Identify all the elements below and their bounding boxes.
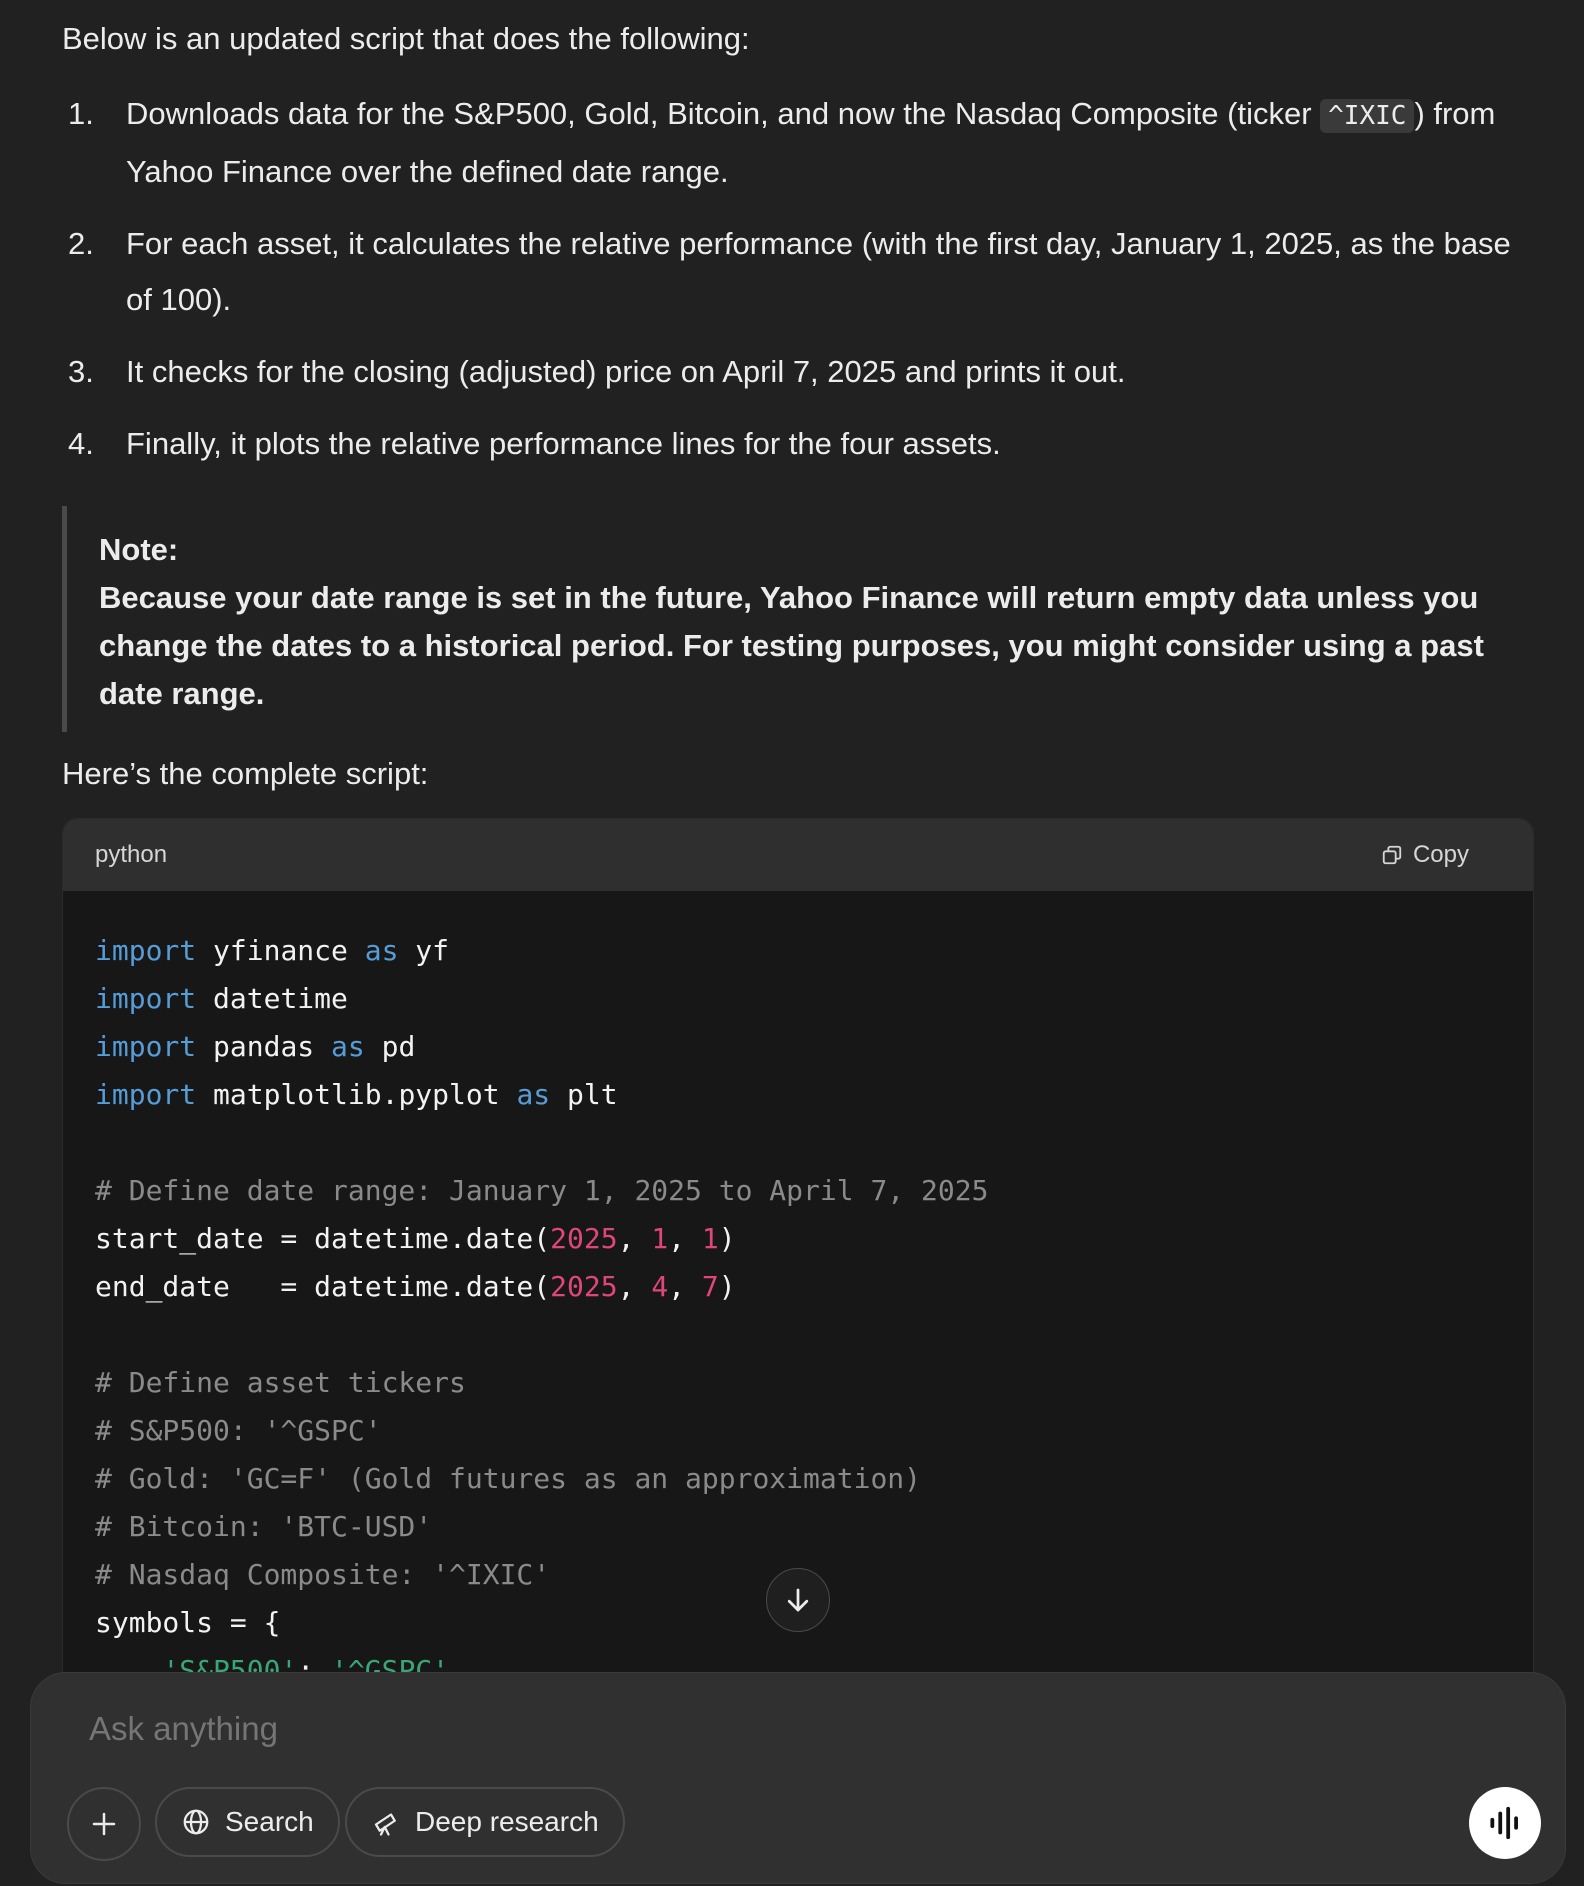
- step-text: Finally, it plots the relative performan…: [126, 426, 1001, 461]
- intro-text: Below is an updated script that does the…: [62, 21, 750, 56]
- voice-mode-button[interactable]: [1469, 1787, 1541, 1859]
- step-text: Downloads data for the S&P500, Gold, Bit…: [126, 96, 1321, 131]
- copy-icon: [1382, 845, 1402, 865]
- voice-wave-icon: [1490, 1806, 1518, 1840]
- copy-label: Copy: [1412, 841, 1469, 868]
- copy-button[interactable]: Copy: [1381, 841, 1469, 869]
- list-item: 3. It checks for the closing (adjusted) …: [62, 344, 1534, 400]
- composer: Search Deep research: [30, 1672, 1566, 1884]
- lead-text: Here’s the complete script:: [62, 756, 429, 791]
- add-button[interactable]: [67, 1787, 141, 1861]
- prompt-input[interactable]: [87, 1709, 1391, 1749]
- code-line: import datetime: [95, 982, 348, 1015]
- list-item: 4. Finally, it plots the relative perfor…: [62, 416, 1534, 472]
- note-blockquote: Note: Because your date range is set in …: [62, 506, 1539, 732]
- list-number: 1.: [68, 96, 94, 131]
- list-item: 1. Downloads data for the S&P500, Gold, …: [62, 86, 1534, 200]
- deep-research-label: Deep research: [415, 1806, 599, 1837]
- step-text: For each asset, it calculates the relati…: [126, 226, 1511, 317]
- list-number: 4.: [68, 426, 94, 461]
- inline-code: ^IXIC: [1320, 99, 1415, 133]
- code-content: import yfinance as yf import datetime im…: [63, 891, 1533, 1679]
- scroll-down-button[interactable]: [766, 1568, 830, 1632]
- list-number: 3.: [68, 354, 94, 389]
- code-line: # Nasdaq Composite: '^IXIC': [95, 1558, 551, 1591]
- steps-list: 1. Downloads data for the S&P500, Gold, …: [62, 86, 1534, 488]
- deep-research-button[interactable]: Deep research: [345, 1787, 625, 1857]
- note-title: Note:: [99, 532, 179, 567]
- code-line: import matplotlib.pyplot as plt: [95, 1078, 618, 1111]
- code-line: # Define date range: January 1, 2025 to …: [95, 1174, 989, 1207]
- code-line: # S&P500: '^GSPC': [95, 1414, 382, 1447]
- search-button[interactable]: Search: [155, 1787, 340, 1857]
- step-text: It checks for the closing (adjusted) pri…: [126, 354, 1126, 389]
- list-number: 2.: [68, 226, 94, 261]
- code-line: # Bitcoin: 'BTC-USD': [95, 1510, 433, 1543]
- globe-icon: [183, 1809, 209, 1835]
- code-line: symbols = {: [95, 1606, 281, 1639]
- code-line: end_date = datetime.date(2025, 4, 7): [95, 1270, 736, 1303]
- note-body: Because your date range is set in the fu…: [99, 580, 1484, 711]
- code-language: python: [95, 841, 168, 868]
- search-label: Search: [225, 1806, 314, 1837]
- telescope-icon: [374, 1813, 396, 1836]
- arrow-down-icon: [787, 1588, 809, 1612]
- list-item: 2. For each asset, it calculates the rel…: [62, 216, 1534, 328]
- code-line: # Define asset tickers: [95, 1366, 466, 1399]
- code-block: python Copy import yfinance as yf import…: [62, 818, 1534, 1680]
- code-line: import pandas as pd: [95, 1030, 416, 1063]
- code-header: python Copy: [63, 819, 1533, 891]
- code-line: import yfinance as yf: [95, 934, 450, 967]
- code-line: # Gold: 'GC=F' (Gold futures as an appro…: [95, 1462, 922, 1495]
- plus-icon: [92, 1812, 116, 1836]
- code-line: start_date = datetime.date(2025, 1, 1): [95, 1222, 736, 1255]
